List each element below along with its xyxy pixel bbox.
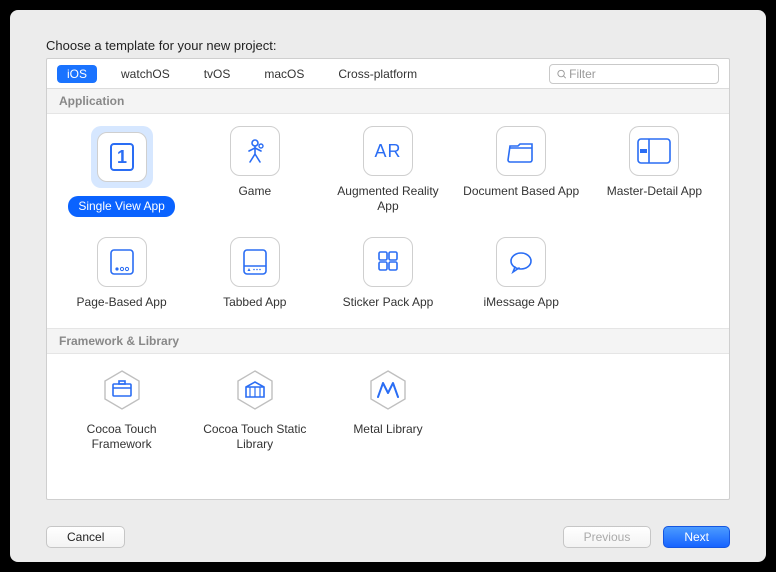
template-master-detail[interactable]: Master-Detail App [588, 126, 721, 217]
template-label: Cocoa Touch Framework [62, 422, 182, 452]
tab-watchos[interactable]: watchOS [111, 65, 180, 83]
cancel-button[interactable]: Cancel [46, 526, 125, 548]
template-label: Document Based App [463, 184, 579, 199]
template-label: Metal Library [353, 422, 422, 437]
template-imessage[interactable]: iMessage App [455, 237, 588, 310]
document-icon [496, 126, 546, 176]
template-document[interactable]: Document Based App [455, 126, 588, 217]
template-tabbed[interactable]: Tabbed App [188, 237, 321, 310]
template-label: Cocoa Touch Static Library [195, 422, 315, 452]
tab-macos[interactable]: macOS [254, 65, 314, 83]
template-panel: iOS watchOS tvOS macOS Cross-platform Ap… [46, 58, 730, 500]
tab-ios[interactable]: iOS [57, 65, 97, 83]
template-label: Sticker Pack App [343, 295, 434, 310]
application-grid: 1 Single View App Game AR Augmented Real… [47, 114, 729, 328]
template-label: Augmented Reality App [328, 184, 448, 214]
section-framework: Framework & Library [47, 328, 729, 354]
tab-tvos[interactable]: tvOS [194, 65, 241, 83]
static-library-icon [231, 366, 279, 414]
dialog-footer: Cancel Previous Next [10, 526, 766, 548]
ar-icon: AR [363, 126, 413, 176]
game-icon [230, 126, 280, 176]
filter-input[interactable] [567, 66, 712, 82]
template-ar[interactable]: AR Augmented Reality App [321, 126, 454, 217]
template-label: Master-Detail App [607, 184, 702, 199]
template-label: Page-Based App [77, 295, 167, 310]
svg-text:1: 1 [117, 147, 127, 167]
page-based-icon [97, 237, 147, 287]
template-single-view-app[interactable]: 1 Single View App [55, 126, 188, 217]
framework-icon [98, 366, 146, 414]
metal-icon [364, 366, 412, 414]
template-label: Single View App [68, 196, 175, 217]
tab-cross-platform[interactable]: Cross-platform [328, 65, 427, 83]
sticker-icon [363, 237, 413, 287]
template-label: iMessage App [484, 295, 559, 310]
template-page-based[interactable]: Page-Based App [55, 237, 188, 310]
framework-grid: Cocoa Touch Framework Cocoa Touch Static… [47, 354, 729, 470]
dialog-window: Choose a template for your new project: … [10, 10, 766, 562]
template-cocoa-touch-framework[interactable]: Cocoa Touch Framework [55, 366, 188, 452]
template-label: Tabbed App [223, 295, 286, 310]
filter-field[interactable] [549, 64, 719, 84]
tabbed-icon [230, 237, 280, 287]
imessage-icon [496, 237, 546, 287]
template-game[interactable]: Game [188, 126, 321, 217]
template-label: Game [238, 184, 271, 199]
template-sticker-pack[interactable]: Sticker Pack App [321, 237, 454, 310]
section-application: Application [47, 89, 729, 114]
previous-button: Previous [563, 526, 652, 548]
next-button[interactable]: Next [663, 526, 730, 548]
platform-tabbar: iOS watchOS tvOS macOS Cross-platform [47, 59, 729, 89]
template-metal[interactable]: Metal Library [321, 366, 454, 452]
master-detail-icon [629, 126, 679, 176]
filter-icon [556, 68, 567, 80]
single-view-icon: 1 [97, 132, 147, 182]
dialog-title: Choose a template for your new project: [46, 38, 277, 53]
template-cocoa-touch-static[interactable]: Cocoa Touch Static Library [188, 366, 321, 452]
